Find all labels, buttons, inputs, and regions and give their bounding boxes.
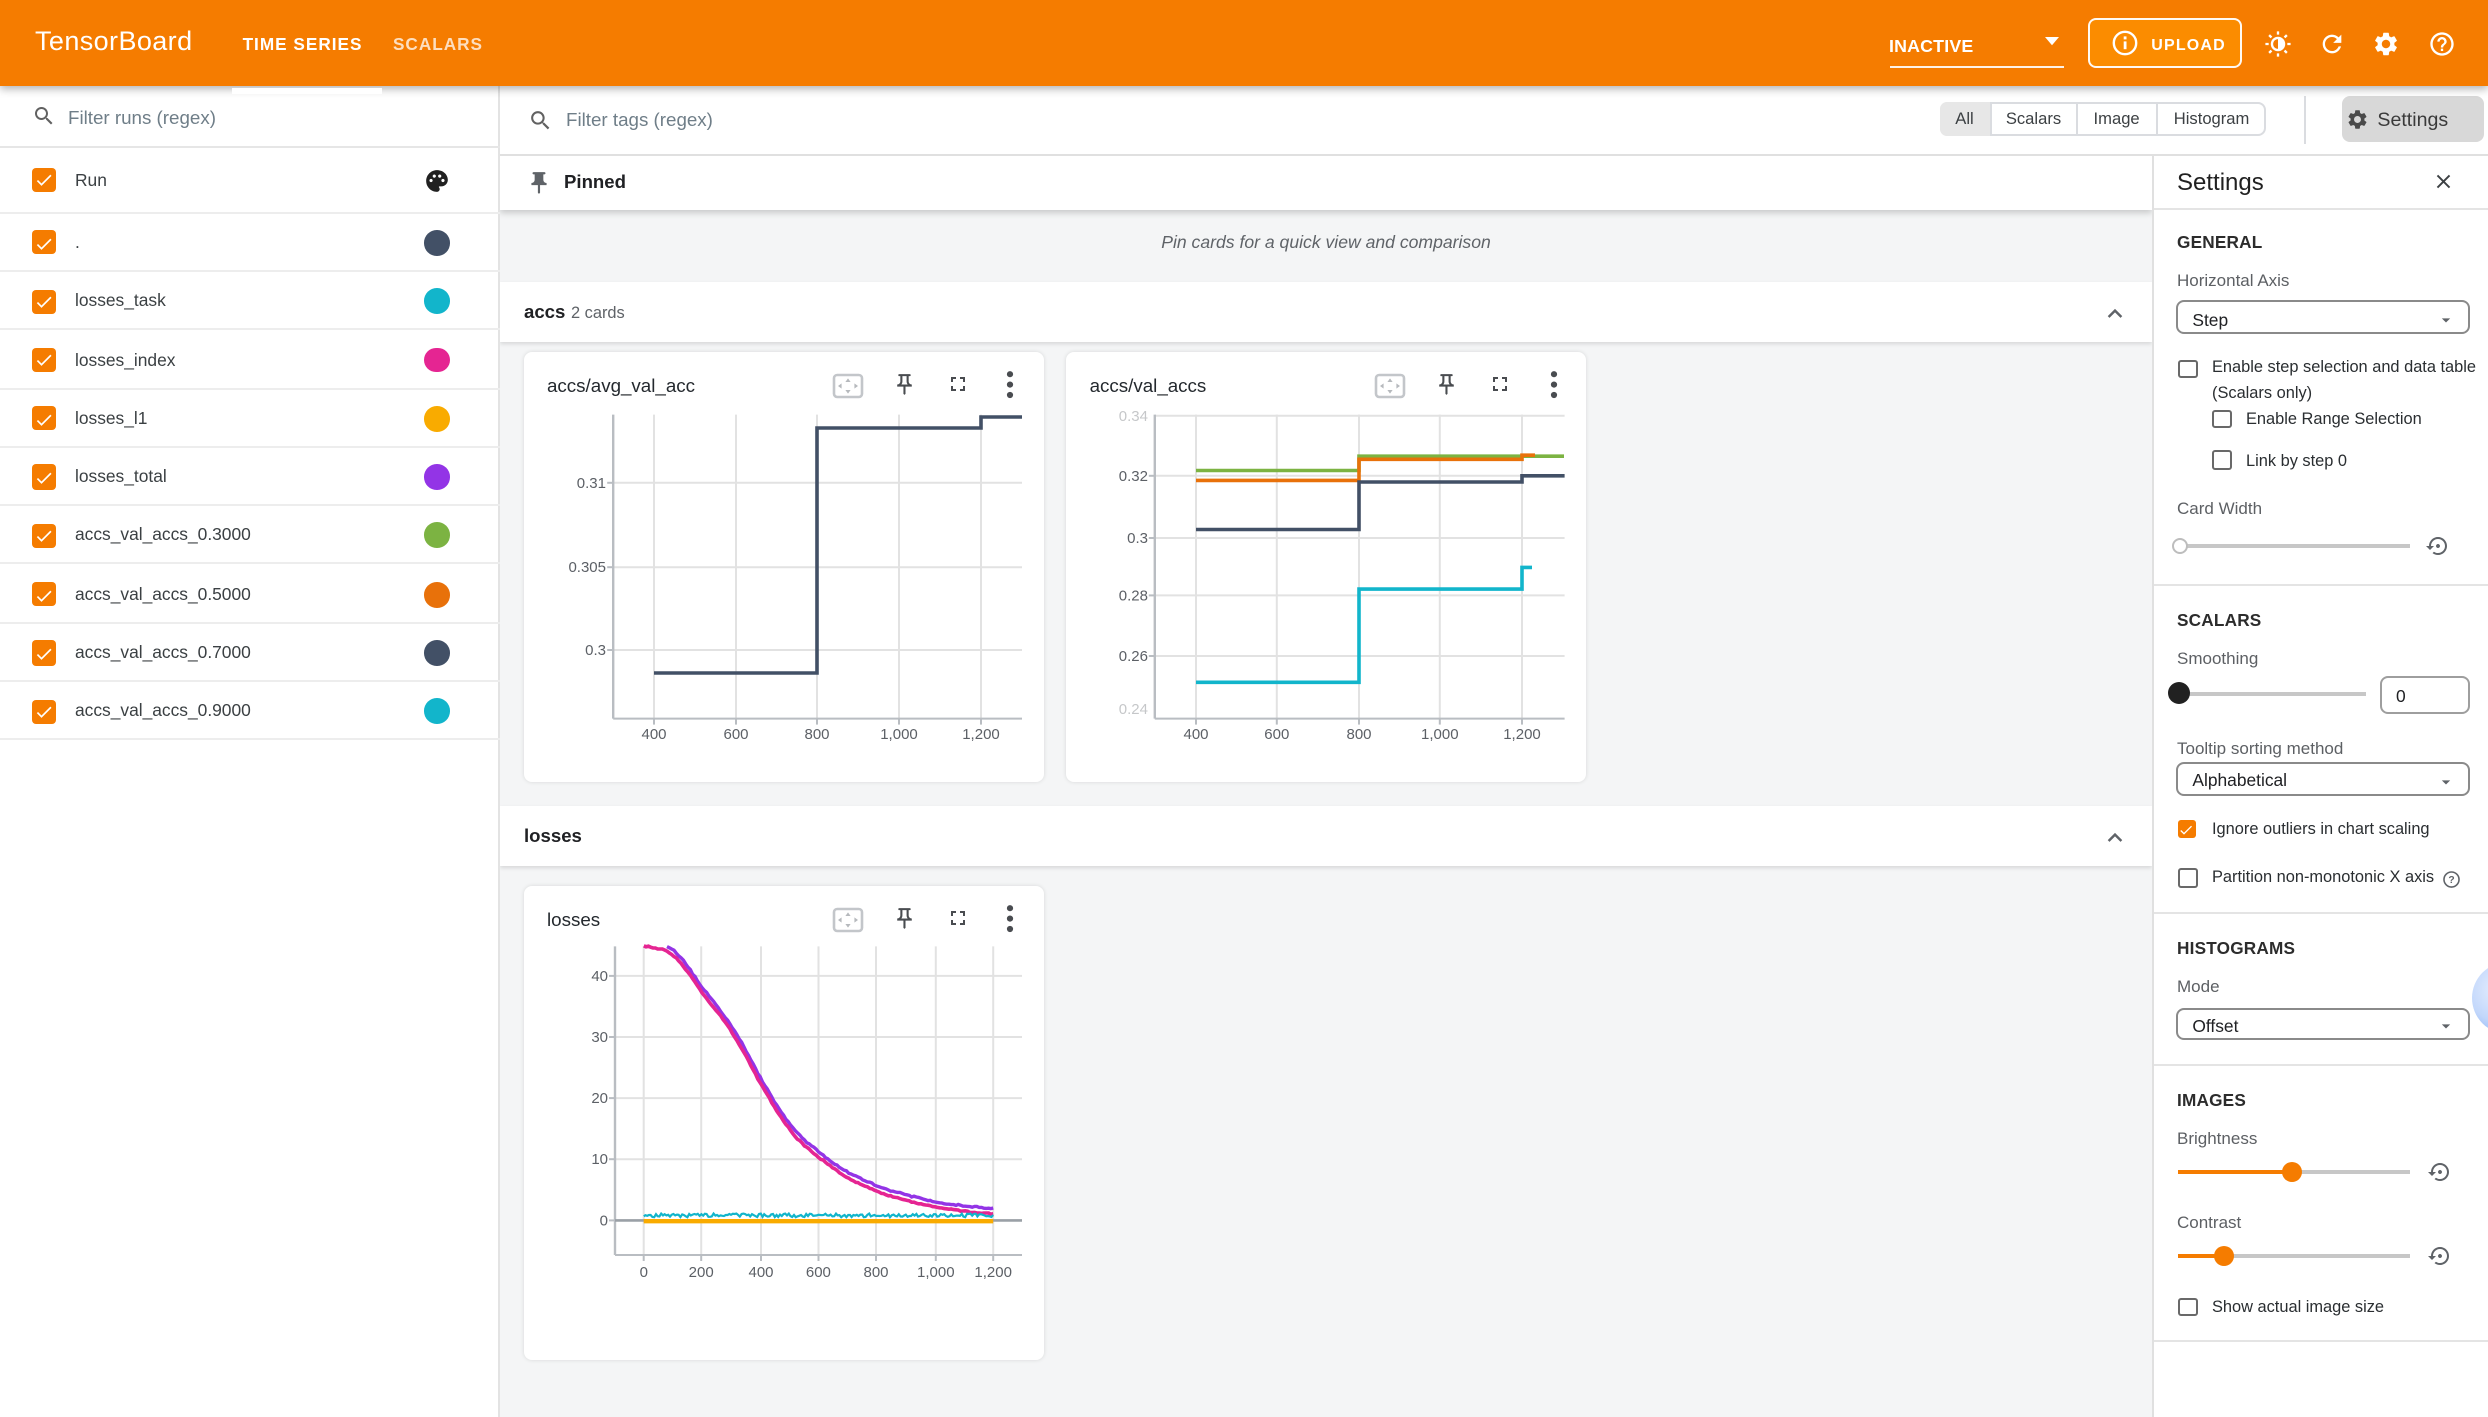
svg-text:?: ? [2448, 874, 2454, 885]
svg-text:0.24: 0.24 [1119, 701, 1148, 718]
svg-text:1,000: 1,000 [917, 1264, 955, 1281]
svg-text:600: 600 [1265, 726, 1290, 743]
svg-text:0.3: 0.3 [585, 642, 606, 659]
svg-text:800: 800 [863, 1264, 888, 1281]
svg-text:30: 30 [591, 1029, 608, 1046]
svg-text:1,200: 1,200 [974, 1264, 1012, 1281]
svg-text:10: 10 [591, 1151, 608, 1168]
svg-text:1,000: 1,000 [1422, 726, 1460, 743]
svg-text:20: 20 [591, 1090, 608, 1107]
svg-text:200: 200 [689, 1264, 714, 1281]
svg-text:40: 40 [591, 968, 608, 985]
svg-text:600: 600 [723, 726, 748, 743]
svg-text:800: 800 [804, 726, 829, 743]
svg-text:0.31: 0.31 [577, 475, 606, 492]
svg-text:0.3: 0.3 [1128, 530, 1149, 547]
svg-text:1,000: 1,000 [880, 726, 918, 743]
svg-text:0.26: 0.26 [1119, 648, 1148, 665]
svg-text:0: 0 [640, 1264, 648, 1281]
svg-text:800: 800 [1347, 726, 1372, 743]
svg-text:400: 400 [748, 1264, 773, 1281]
svg-text:1,200: 1,200 [1504, 726, 1542, 743]
svg-text:0.305: 0.305 [568, 559, 606, 576]
svg-text:400: 400 [1184, 726, 1209, 743]
svg-text:0.34: 0.34 [1119, 408, 1148, 425]
svg-text:0.32: 0.32 [1119, 468, 1148, 485]
svg-text:600: 600 [806, 1264, 831, 1281]
svg-text:400: 400 [641, 726, 666, 743]
svg-text:0.28: 0.28 [1119, 587, 1148, 604]
svg-text:0: 0 [600, 1212, 608, 1229]
svg-text:1,200: 1,200 [962, 726, 1000, 743]
